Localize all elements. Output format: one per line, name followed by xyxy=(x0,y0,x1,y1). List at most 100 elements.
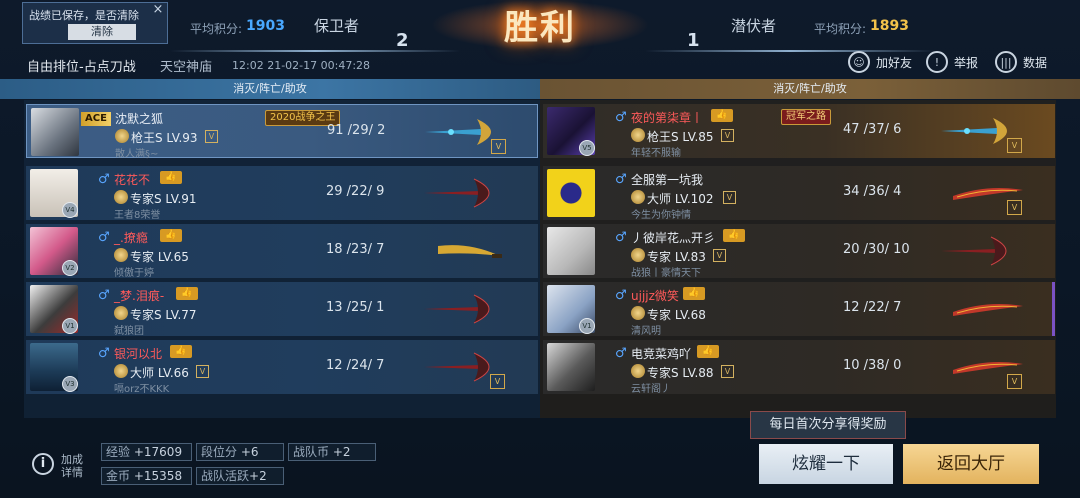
share-reward-tip: 每日首次分享得奖励 xyxy=(750,411,906,439)
clear-button[interactable]: 清除 xyxy=(68,24,136,40)
v-tag-icon: V xyxy=(1007,200,1022,215)
title-badge: 冠军之路 xyxy=(781,109,831,125)
rank-badge-icon: V1 xyxy=(579,318,595,334)
player-row[interactable]: V3 ♂ 银河以北 👍 大师 LV.66 V 嗝orz不KKK 12 /24/ … xyxy=(26,340,538,395)
like-icon[interactable]: 👍 xyxy=(160,229,182,242)
v-tag-icon: V xyxy=(491,139,506,154)
player-name: ujjjz微笑 xyxy=(631,289,679,303)
rank-badge-icon: V3 xyxy=(62,376,78,392)
data-button[interactable]: ||| 数据 xyxy=(995,48,1047,76)
player-signature: 云轩阁丿 xyxy=(631,384,671,395)
vip-icon: V xyxy=(205,130,218,143)
data-icon: ||| xyxy=(995,51,1017,73)
like-icon[interactable]: 👍 xyxy=(723,229,745,242)
v-tag-icon: V xyxy=(490,374,505,389)
player-kda: 13 /25/ 1 xyxy=(326,300,385,315)
rank-icon xyxy=(114,364,128,378)
rank-icon xyxy=(114,248,128,262)
vip-icon: V xyxy=(713,249,726,262)
ace-badge: ACE xyxy=(81,112,111,126)
stat-team-coin: 战队币 +2 xyxy=(288,443,376,461)
player-signature: 弑狼团 xyxy=(114,326,144,337)
report-label: 举报 xyxy=(954,55,979,70)
player-row[interactable]: V2 ♂ _.撩瘾 👍 专家 LV.65 倾傲于婷 18 /23/ 7 xyxy=(26,224,538,279)
vip-icon: V xyxy=(196,365,209,378)
stat-rank-points: 段位分 +6 xyxy=(196,443,284,461)
player-row[interactable]: V4 ♂ 花花不 👍 专家S LV.91 王者8荣誉 29 /22/ 9 xyxy=(26,166,538,221)
rank-icon xyxy=(114,190,128,204)
rank-badge-icon: V2 xyxy=(62,260,78,276)
rank-badge-icon: V4 xyxy=(62,202,78,218)
dark-axe-weapon-icon xyxy=(941,236,1007,266)
player-signature: 王者8荣誉 xyxy=(114,210,161,221)
infiltrator-team-name: 潜伏者 xyxy=(731,17,777,35)
victory-title: 胜利 xyxy=(504,8,576,48)
defender-avg-value: 1903 xyxy=(246,18,285,34)
player-name: 沈默之狐 xyxy=(115,112,164,126)
add-friend-button[interactable]: ☺ 加好友 xyxy=(848,48,912,76)
return-lobby-button[interactable]: 返回大厅 xyxy=(903,444,1039,484)
defender-kda-header: 消灭/阵亡/助攻 xyxy=(0,79,540,99)
player-signature: 散人满§~ xyxy=(115,149,159,160)
player-kda: 12 /22/ 7 xyxy=(843,300,902,315)
match-time: 12:02 21-02-17 00:47:28 xyxy=(232,59,371,72)
player-level: 专家S LV.77 xyxy=(130,308,197,322)
player-kda: 91 /29/ 2 xyxy=(327,123,386,138)
like-icon[interactable]: 👍 xyxy=(160,171,182,184)
player-name: 全服第一坑我 xyxy=(631,173,704,187)
like-icon[interactable]: 👍 xyxy=(176,287,198,300)
player-kda: 10 /38/ 0 xyxy=(843,358,902,373)
close-icon[interactable]: × xyxy=(151,3,165,17)
bonus-detail-label[interactable]: 加成详情 xyxy=(61,453,91,479)
player-level: 专家S LV.91 xyxy=(130,192,197,206)
dark-axe-weapon-icon xyxy=(424,294,490,324)
avatar xyxy=(547,227,595,275)
male-icon: ♂ xyxy=(615,346,627,361)
save-notice: 战绩已保存，是否清除 清除 × xyxy=(22,2,168,44)
player-name: 丿彼岸花灬开彡 xyxy=(631,231,716,245)
rank-icon xyxy=(631,128,645,142)
player-row[interactable]: ACE 沈默之狐 2020战争之王 枪王S LV.93 V 散人满§~ 91 /… xyxy=(26,104,538,160)
report-button[interactable]: ! 举报 xyxy=(926,48,978,76)
male-icon: ♂ xyxy=(98,288,110,303)
infiltrator-header: 1 潜伏者 平均积分: 1893 xyxy=(645,10,935,52)
player-row[interactable]: V1 ♂ ujjjz微笑 👍 专家 LV.68 清风明 12 /22/ 7 xyxy=(543,282,1055,337)
player-row[interactable]: V1 ♂ _梦.泪痕- 👍 专家S LV.77 弑狼团 13 /25/ 1 xyxy=(26,282,538,337)
stat-team-activity: 战队活跃+2 xyxy=(196,467,284,485)
rank-icon xyxy=(631,306,645,320)
player-row[interactable]: ♂ 电竞菜鸡吖 👍 专家S LV.88 V 云轩阁丿 10 /38/ 0 V xyxy=(543,340,1055,395)
rank-icon xyxy=(114,306,128,320)
male-icon: ♂ xyxy=(98,172,110,187)
player-name: 花花不 xyxy=(114,173,151,187)
golden-blade-weapon-icon xyxy=(438,245,502,258)
player-row[interactable]: ♂ 全服第一坑我 大师 LV.102 V 今生为你钟情 34 /36/ 4 V xyxy=(543,166,1055,221)
stat-gold: 金币 +15358 xyxy=(101,467,192,485)
player-level: 专家 LV.65 xyxy=(130,250,189,264)
player-row[interactable]: V5 ♂ 夜的第柒章丨 👍 冠军之路 枪王S LV.85 V 年轻不服输 47 … xyxy=(543,104,1055,159)
player-signature: 嗝orz不KKK xyxy=(114,384,170,395)
defender-avg-label: 平均积分: xyxy=(190,22,243,36)
player-name: 夜的第柒章丨 xyxy=(631,111,704,125)
infiltrator-kda-header: 消灭/阵亡/助攻 xyxy=(540,79,1080,99)
player-signature: 战狼丨豪情天下 xyxy=(631,268,701,279)
like-icon[interactable]: 👍 xyxy=(170,345,192,358)
rank-badge-icon: V1 xyxy=(62,318,78,334)
v-tag-icon: V xyxy=(1007,374,1022,389)
player-signature: 年轻不服输 xyxy=(631,148,681,159)
player-kda: 12 /24/ 7 xyxy=(326,358,385,373)
like-icon[interactable]: 👍 xyxy=(697,345,719,358)
info-icon[interactable]: i xyxy=(32,453,54,475)
avatar xyxy=(547,169,595,217)
report-icon: ! xyxy=(926,51,948,73)
vip-icon: V xyxy=(721,365,734,378)
avatar xyxy=(547,343,595,391)
match-mode: 自由排位-占点刀战 xyxy=(27,60,136,75)
match-map: 天空神庙 xyxy=(160,60,213,75)
add-friend-icon: ☺ xyxy=(848,51,870,73)
like-icon[interactable]: 👍 xyxy=(711,109,733,122)
player-row[interactable]: ♂ 丿彼岸花灬开彡 👍 专家 LV.83 V 战狼丨豪情天下 20 /30/ 1… xyxy=(543,224,1055,279)
infiltrator-score: 1 xyxy=(687,30,700,51)
like-icon[interactable]: 👍 xyxy=(683,287,705,300)
share-button[interactable]: 炫耀一下 xyxy=(759,444,893,484)
vip-icon: V xyxy=(721,129,734,142)
